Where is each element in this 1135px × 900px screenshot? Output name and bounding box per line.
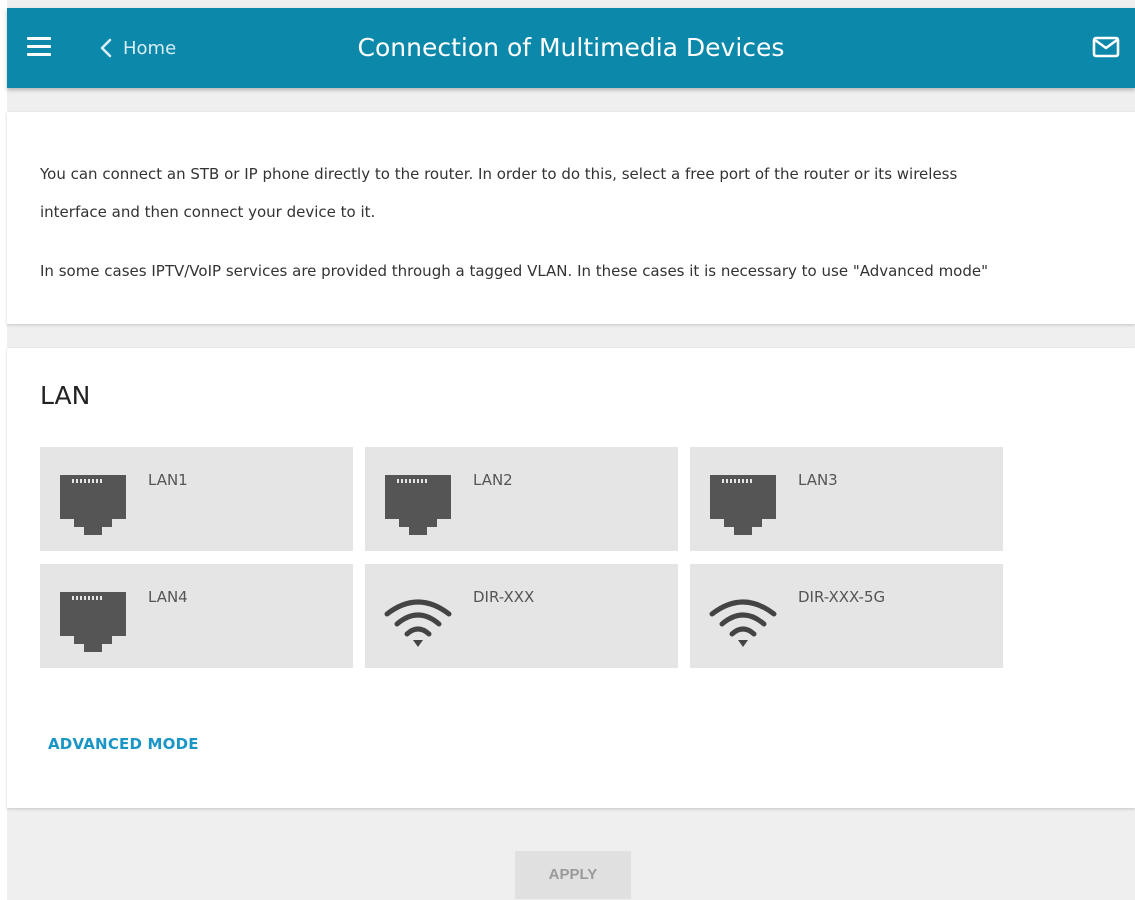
port-label: LAN2 — [473, 471, 513, 489]
wifi-icon — [709, 599, 777, 647]
ethernet-port-icon — [60, 592, 126, 652]
intro-card: You can connect an STB or IP phone direc… — [7, 112, 1135, 324]
back-home-link[interactable]: Home — [95, 33, 176, 63]
port-tile-lan1[interactable]: LAN1 — [40, 447, 353, 551]
lan-card: LAN LAN1 LAN2 LAN3 LAN4 DIR-XXX DIR-XXX-… — [7, 348, 1135, 808]
top-bar: Home Connection of Multimedia Devices — [7, 8, 1135, 88]
port-tile-lan3[interactable]: LAN3 — [690, 447, 1003, 551]
port-tile-lan4[interactable]: LAN4 — [40, 564, 353, 668]
ethernet-port-icon — [385, 475, 451, 535]
ethernet-port-icon — [710, 475, 776, 535]
intro-text-line1: You can connect an STB or IP phone direc… — [40, 165, 958, 183]
port-label: LAN1 — [148, 471, 188, 489]
port-label: DIR-XXX — [473, 588, 535, 606]
page-title: Connection of Multimedia Devices — [357, 33, 785, 62]
port-label: LAN3 — [798, 471, 838, 489]
port-label: DIR-XXX-5G — [798, 588, 886, 606]
lan-section-title: LAN — [40, 381, 91, 410]
port-label: LAN4 — [148, 588, 188, 606]
mail-icon[interactable] — [1092, 34, 1120, 60]
port-tile-dir-xxx-5g[interactable]: DIR-XXX-5G — [690, 564, 1003, 668]
hamburger-menu-icon[interactable] — [27, 37, 51, 59]
advanced-mode-link[interactable]: ADVANCED MODE — [48, 735, 199, 753]
apply-button[interactable]: APPLY — [515, 851, 631, 899]
intro-text-line3: In some cases IPTV/VoIP services are pro… — [40, 262, 989, 280]
wifi-icon — [384, 599, 452, 647]
port-tile-dir-xxx[interactable]: DIR-XXX — [365, 564, 678, 668]
port-tile-lan2[interactable]: LAN2 — [365, 447, 678, 551]
page-edge — [0, 0, 7, 900]
chevron-left-icon — [100, 38, 112, 58]
intro-text-line2: interface and then connect your device t… — [40, 203, 376, 221]
ethernet-port-icon — [60, 475, 126, 535]
back-home-label: Home — [123, 37, 177, 59]
